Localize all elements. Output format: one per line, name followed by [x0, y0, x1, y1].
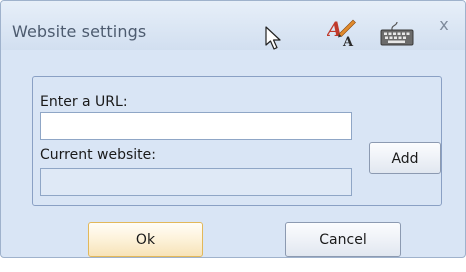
- mouse-pointer-icon: [264, 26, 284, 52]
- svg-text:A: A: [327, 17, 343, 41]
- svg-text:A: A: [342, 35, 354, 47]
- font-style-icon[interactable]: A A: [325, 17, 357, 50]
- ok-button[interactable]: Ok: [88, 222, 203, 257]
- current-website-label: Current website:: [40, 147, 156, 163]
- url-input[interactable]: [40, 112, 352, 140]
- url-label: Enter a URL:: [40, 94, 128, 110]
- keyboard-icon[interactable]: [379, 21, 415, 47]
- cancel-button[interactable]: Cancel: [285, 222, 401, 257]
- dialog-title: Website settings: [12, 22, 147, 41]
- add-button[interactable]: Add: [369, 142, 441, 174]
- current-website-field: [40, 168, 352, 196]
- title-bar[interactable]: Website settings A A x: [1, 1, 465, 50]
- close-button[interactable]: x: [432, 13, 456, 37]
- website-settings-dialog: Website settings A A x Enter a URL: Curr…: [0, 0, 466, 258]
